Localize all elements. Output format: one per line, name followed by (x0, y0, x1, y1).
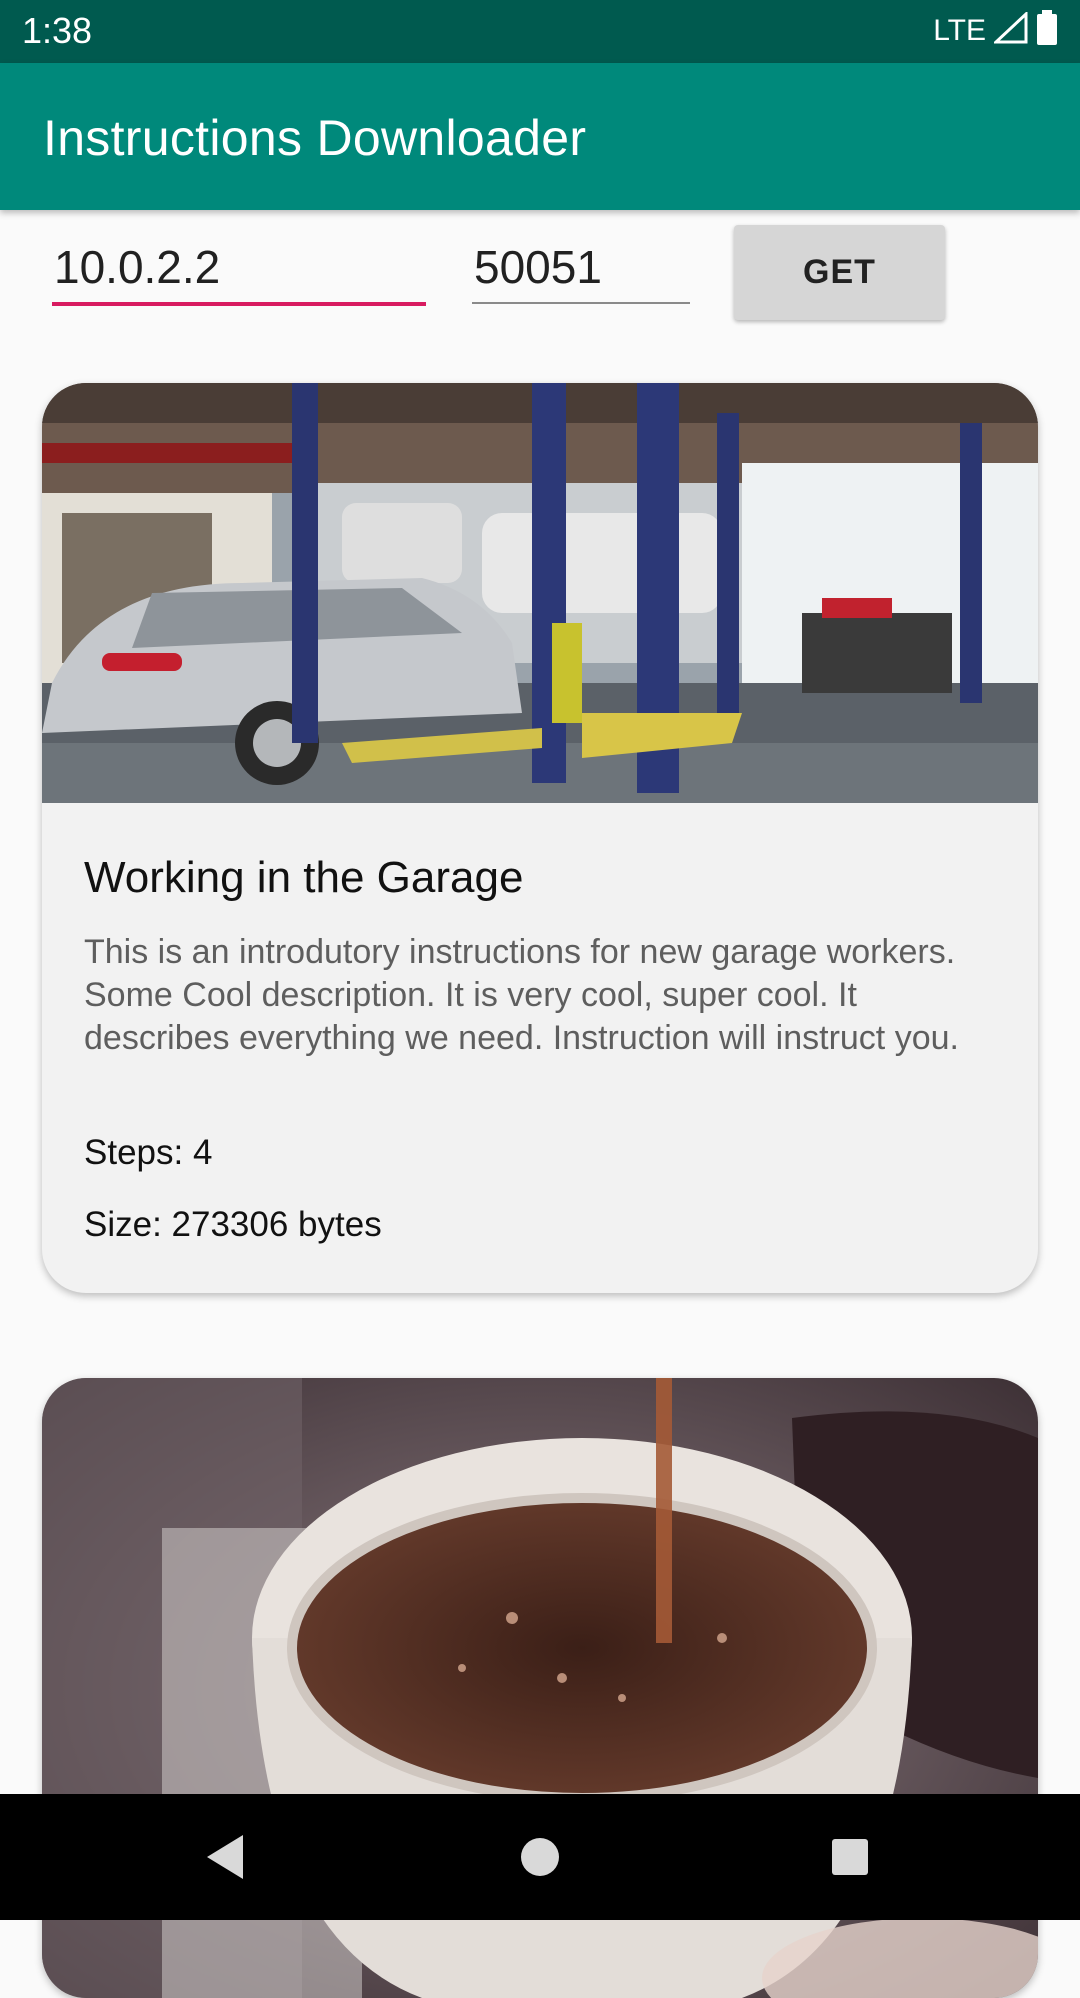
card-size: Size: 273306 bytes (84, 1205, 382, 1244)
card-title: Working in the Garage (84, 853, 524, 902)
port-input[interactable] (472, 240, 690, 304)
card-steps: Steps: 4 (84, 1133, 213, 1172)
navigation-bar (0, 1794, 1080, 1920)
app-bar: Instructions Downloader (0, 63, 1080, 210)
app-title: Instructions Downloader (43, 110, 587, 166)
network-type: LTE (933, 13, 986, 47)
garage-photo (42, 383, 1038, 803)
status-bar: 1:38 LTE (0, 0, 1080, 63)
instruction-card[interactable]: Working in the Garage This is an introdu… (42, 383, 1038, 1293)
battery-icon (1036, 10, 1058, 51)
home-icon[interactable] (505, 1822, 575, 1892)
status-time: 1:38 (22, 10, 93, 51)
signal-icon (992, 10, 1028, 49)
back-icon[interactable] (190, 1822, 260, 1892)
recents-icon[interactable] (815, 1822, 885, 1892)
get-button[interactable]: GET (734, 225, 945, 320)
host-input[interactable] (52, 240, 426, 306)
card-description: This is an introdutory instructions for … (84, 933, 959, 1057)
connection-form: GET (0, 210, 1080, 330)
status-icons: LTE (933, 10, 1058, 51)
